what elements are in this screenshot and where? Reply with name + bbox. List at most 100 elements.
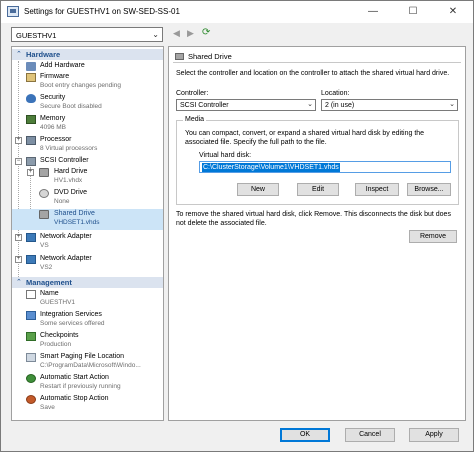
shared-drive-panel: Shared Drive Select the controller and l…	[168, 46, 466, 421]
cancel-button[interactable]: Cancel	[345, 428, 395, 442]
integration-services-icon	[26, 311, 36, 320]
location-dropdown[interactable]: 2 (in use) ⌄	[321, 99, 458, 111]
automatic-start-icon	[26, 374, 36, 383]
tree-item-scsi-controller[interactable]: − SCSI Controller	[12, 156, 163, 167]
tree-item-subtext: VS2	[40, 264, 53, 271]
tree-item-label: Automatic Start Action	[40, 374, 109, 381]
tree-item-subtext: 8 Virtual processors	[40, 145, 98, 152]
network-adapter-icon	[26, 233, 36, 242]
tree-item-label: Checkpoints	[40, 332, 79, 339]
paging-file-icon	[26, 353, 36, 362]
tree-item-firmware[interactable]: Firmware Boot entry changes pending	[12, 72, 163, 92]
tree-item-subtext: None	[54, 198, 70, 205]
tree-item-automatic-start[interactable]: Automatic Start Action Restart if previo…	[12, 373, 163, 393]
tree-item-subtext: Some services offered	[40, 320, 105, 327]
hardware-group-header[interactable]: ⌃ Hardware	[12, 49, 163, 60]
memory-icon	[26, 115, 36, 124]
chevron-down-icon: ⌄	[307, 101, 313, 108]
tree-item-label: Integration Services	[40, 311, 102, 318]
scsi-controller-icon	[26, 157, 36, 166]
tree-item-add-hardware[interactable]: Add Hardware	[12, 61, 163, 72]
tree-item-checkpoints[interactable]: Checkpoints Production	[12, 331, 163, 351]
media-description: You can compact, convert, or expand a sh…	[185, 130, 425, 146]
tree-item-subtext: GUESTHV1	[40, 299, 76, 306]
tree-item-label: DVD Drive	[54, 189, 88, 196]
collapse-caret-icon: ⌃	[16, 51, 22, 58]
minimize-button[interactable]: —	[353, 1, 393, 23]
processor-icon	[26, 136, 36, 145]
media-group: Media You can compact, convert, or expan…	[176, 116, 459, 205]
collapse-minus-icon[interactable]: −	[15, 158, 22, 165]
shield-icon	[26, 94, 36, 103]
browse-button[interactable]: Browse...	[407, 183, 451, 196]
tree-item-label: Hard Drive	[54, 168, 88, 175]
back-arrow-icon[interactable]: ◀	[173, 28, 180, 39]
refresh-icon[interactable]: ⟳	[202, 27, 210, 38]
ok-button[interactable]: OK	[280, 428, 330, 442]
tree-item-shared-drive[interactable]: Shared Drive VHDSET1.vhds	[12, 209, 163, 230]
tree-item-subtext: Production	[40, 341, 72, 348]
tree-item-label: Smart Paging File Location	[40, 353, 125, 360]
vm-selector[interactable]: GUESTHV1 ⌄	[11, 27, 163, 42]
management-header-label: Management	[26, 278, 72, 287]
tree-item-label: Automatic Stop Action	[40, 395, 109, 402]
apply-button[interactable]: Apply	[409, 428, 459, 442]
virtual-hard-disk-path-input[interactable]: C:\ClusterStorage\Volume1\VHDSET1.vhds	[199, 161, 451, 173]
tree-item-label: Security	[40, 94, 66, 101]
tree-item-hard-drive[interactable]: + Hard Drive HV1.vhdx	[12, 167, 163, 187]
management-group-header[interactable]: ⌃ Management	[12, 277, 163, 288]
remove-instructions: To remove the shared virtual hard disk, …	[176, 211, 451, 227]
dvd-drive-icon	[39, 189, 49, 198]
nav-buttons: ◀ ▶ ⟳	[169, 27, 219, 42]
controller-label: Controller:	[176, 90, 209, 97]
tree-item-integration-services[interactable]: Integration Services Some services offer…	[12, 310, 163, 330]
tree-item-label: Firmware	[40, 73, 70, 80]
remove-button[interactable]: Remove	[409, 230, 457, 243]
media-legend: Media	[183, 116, 207, 123]
tree-item-subtext: HV1.vhdx	[54, 177, 83, 184]
new-button[interactable]: New	[237, 183, 279, 196]
name-icon	[26, 290, 36, 299]
tree-item-label: Processor	[40, 136, 72, 143]
tree-item-label: Memory	[40, 115, 66, 122]
tree-item-subtext: VHDSET1.vhds	[54, 219, 100, 226]
forward-arrow-icon[interactable]: ▶	[187, 28, 194, 39]
tree-item-security[interactable]: Security Secure Boot disabled	[12, 93, 163, 113]
title-bar: Settings for GUESTHV1 on SW-SED-SS-01 — …	[1, 1, 473, 23]
hard-drive-icon	[39, 168, 49, 177]
vm-selector-value: GUESTHV1	[16, 31, 57, 40]
panel-intro-text: Select the controller and location on th…	[176, 70, 450, 77]
tree-item-name[interactable]: Name GUESTHV1	[12, 289, 163, 309]
tree-item-subtext: C:\ProgramData\Microsoft\Windo...	[40, 362, 141, 369]
collapse-caret-icon: ⌃	[16, 279, 22, 286]
controller-dropdown[interactable]: SCSI Controller ⌄	[176, 99, 316, 111]
location-value: 2 (in use)	[325, 101, 355, 109]
window-title: Settings for GUESTHV1 on SW-SED-SS-01	[24, 7, 180, 16]
expand-plus-icon[interactable]: +	[15, 234, 22, 241]
panel-header: Shared Drive	[173, 51, 461, 63]
tree-item-smart-paging[interactable]: Smart Paging File Location C:\ProgramDat…	[12, 352, 163, 372]
tree-item-subtext: Boot entry changes pending	[40, 82, 121, 89]
tree-item-label: Network Adapter	[40, 255, 92, 262]
tree-item-dvd-drive[interactable]: DVD Drive None	[12, 188, 163, 208]
add-hardware-icon	[26, 62, 36, 71]
tree-item-processor[interactable]: + Processor 8 Virtual processors	[12, 135, 163, 155]
expand-plus-icon[interactable]: +	[15, 137, 22, 144]
automatic-stop-icon	[26, 395, 36, 404]
tree-item-network-adapter-1[interactable]: + Network Adapter VS	[12, 232, 163, 252]
tree-item-memory[interactable]: Memory 4096 MB	[12, 114, 163, 134]
tree-item-network-adapter-2[interactable]: + Network Adapter VS2	[12, 254, 163, 274]
inspect-button[interactable]: Inspect	[355, 183, 399, 196]
checkpoints-icon	[26, 332, 36, 341]
chevron-down-icon: ⌄	[152, 30, 159, 39]
settings-window-icon	[7, 6, 19, 17]
shared-drive-icon	[175, 53, 184, 60]
hardware-header-label: Hardware	[26, 50, 61, 59]
close-button[interactable]: ✕	[433, 1, 473, 23]
edit-button[interactable]: Edit	[297, 183, 339, 196]
tree-item-label: Network Adapter	[40, 233, 92, 240]
expand-plus-icon[interactable]: +	[15, 256, 22, 263]
tree-item-automatic-stop[interactable]: Automatic Stop Action Save	[12, 394, 163, 414]
expand-plus-icon[interactable]: +	[27, 169, 34, 176]
maximize-button[interactable]: ☐	[393, 1, 433, 23]
